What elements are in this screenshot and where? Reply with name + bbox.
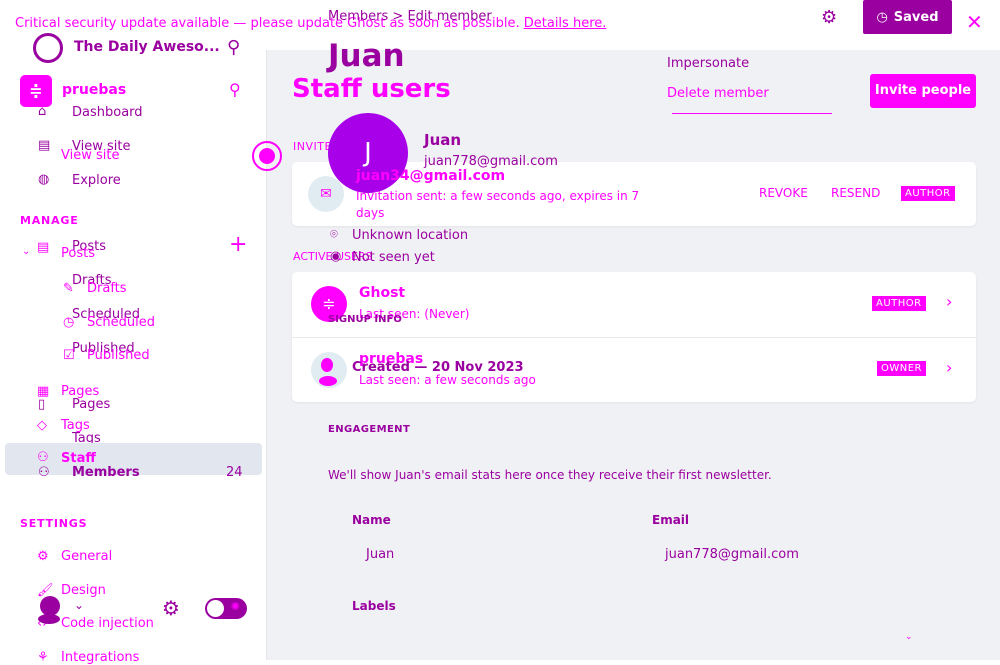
user-menu-chevron-icon[interactable]: ⌄ — [74, 598, 84, 612]
row-divider — [292, 337, 976, 338]
email-input[interactable]: juan778@gmail.com — [665, 547, 799, 562]
labels-dropdown-chevron-icon[interactable]: ⌄ — [905, 632, 913, 642]
globe-icon: ◍ — [38, 172, 50, 187]
close-icon[interactable]: ✕ — [966, 10, 983, 34]
resend-button[interactable]: RESEND — [831, 186, 880, 200]
pencil-icon: ✎ — [63, 281, 74, 296]
invite-people-button[interactable]: Invite people — [870, 74, 976, 108]
invite-status: Invitation sent: a few seconds ago, expi… — [356, 189, 640, 220]
view-site-icon: ▤ — [38, 138, 51, 153]
menu-impersonate[interactable]: Impersonate — [667, 56, 749, 71]
saved-button[interactable]: ◷ Saved — [863, 0, 952, 34]
user-last-seen: Last seen: a few seconds ago — [359, 373, 536, 387]
nav-design[interactable]: Design — [61, 583, 106, 598]
invite-role-badge: AUTHOR — [901, 186, 955, 201]
manage-heading: MANAGE — [20, 214, 79, 227]
envelope-icon: ✉ — [308, 176, 344, 212]
nav-tags-2[interactable]: Tags — [61, 418, 90, 433]
nav-dashboard[interactable]: Dashboard — [72, 105, 143, 120]
member-name: Juan — [424, 131, 462, 149]
search-icon[interactable]: ⚲ — [227, 37, 240, 58]
member-location: Unknown location — [352, 228, 469, 243]
integrations-icon: ⚘ — [37, 650, 49, 665]
eye-icon: ◉ — [330, 249, 342, 264]
settings-heading: SETTINGS — [20, 517, 88, 530]
members-count: 24 — [226, 465, 243, 480]
user-name[interactable]: Ghost — [359, 285, 405, 301]
name-input[interactable]: Juan — [366, 547, 394, 562]
menu-delete-member[interactable]: Delete member — [667, 86, 769, 101]
clock-icon: ◷ — [63, 315, 75, 330]
member-email: juan778@gmail.com — [424, 154, 558, 169]
user-avatar-body — [38, 614, 60, 624]
site-icon: ≑ — [20, 75, 52, 107]
target-icon — [252, 141, 282, 171]
invite-email: juan34@gmail.com — [356, 168, 506, 184]
location-pin-icon: ⌾ — [330, 227, 338, 242]
nav-pages-2[interactable]: Pages — [61, 384, 99, 399]
nav-view-site-2[interactable]: View site — [61, 148, 119, 163]
settings-gear-icon[interactable]: ⚙ — [821, 7, 837, 28]
menu-divider — [672, 113, 832, 114]
banner-details-link[interactable]: Details here. — [524, 16, 607, 31]
staff-icon: ⚇ — [37, 450, 49, 465]
nav-published-2[interactable]: Published — [87, 348, 150, 363]
nav-code-injection[interactable]: Code injection — [61, 616, 154, 631]
settings-gear-icon-2[interactable]: ⚙ — [162, 596, 180, 620]
nav-pages[interactable]: Pages — [72, 397, 110, 412]
engagement-text: We'll show Juan's email stats here once … — [328, 468, 772, 482]
add-post-icon[interactable]: + — [229, 232, 247, 257]
security-banner: Critical security update available — ple… — [15, 16, 606, 31]
nav-scheduled-2[interactable]: Scheduled — [87, 315, 155, 330]
engagement-heading: ENGAGEMENT — [328, 424, 411, 435]
nav-posts-2[interactable]: Posts — [61, 246, 95, 261]
gear-icon: ⚙ — [37, 549, 49, 564]
nav-explore[interactable]: Explore — [72, 173, 121, 188]
nav-members[interactable]: Members — [72, 465, 140, 480]
chevron-down-icon[interactable]: ⌄ — [22, 246, 30, 257]
pages-icon: ▯ — [38, 397, 46, 412]
member-seen: Not seen yet — [352, 250, 435, 265]
nav-integrations[interactable]: Integrations — [61, 650, 139, 665]
saved-label: Saved — [893, 9, 939, 25]
pages-icon-2: ▦ — [37, 384, 50, 399]
name-label: Name — [352, 513, 391, 527]
site-name-2: pruebas — [62, 82, 127, 98]
nav-drafts-2[interactable]: Drafts — [87, 281, 127, 296]
chevron-right-icon[interactable]: › — [946, 358, 952, 377]
nav-general[interactable]: General — [61, 549, 112, 564]
members-icon: ⚇ — [38, 465, 50, 480]
user-role-badge: AUTHOR — [872, 296, 926, 311]
breadcrumb-members[interactable]: Members — [328, 9, 388, 24]
nav-staff[interactable]: Staff — [61, 451, 96, 466]
home-icon: ⌂ — [38, 104, 47, 119]
invited-heading: INVITED USERS — [293, 140, 333, 153]
site-name: The Daily Aweso... — [74, 39, 220, 55]
check-circle-icon: ◷ — [876, 9, 888, 25]
chevron-right-icon[interactable]: › — [946, 292, 952, 311]
staff-title: Staff users — [292, 74, 451, 104]
published-icon: ☑ — [63, 348, 75, 363]
site-logo-icon — [33, 33, 63, 63]
dark-mode-toggle[interactable]: ✺ — [205, 598, 247, 619]
breadcrumb: Members > Edit member — [328, 9, 492, 24]
pruebas-avatar — [311, 352, 347, 388]
user-role-badge: OWNER — [877, 361, 927, 376]
posts-icon: ▤ — [37, 240, 50, 255]
breadcrumb-separator: > — [392, 9, 404, 24]
breadcrumb-current: Edit member — [407, 9, 492, 24]
email-label: Email — [652, 513, 690, 527]
labels-label: Labels — [352, 599, 396, 613]
member-title: Juan — [328, 38, 405, 74]
revoke-button[interactable]: REVOKE — [759, 186, 808, 200]
search-icon-2[interactable]: ⚲ — [229, 80, 241, 99]
tag-icon: ◇ — [37, 418, 47, 433]
user-avatar[interactable] — [40, 596, 60, 616]
signup-info-heading: SIGNUP INFO — [328, 314, 402, 325]
